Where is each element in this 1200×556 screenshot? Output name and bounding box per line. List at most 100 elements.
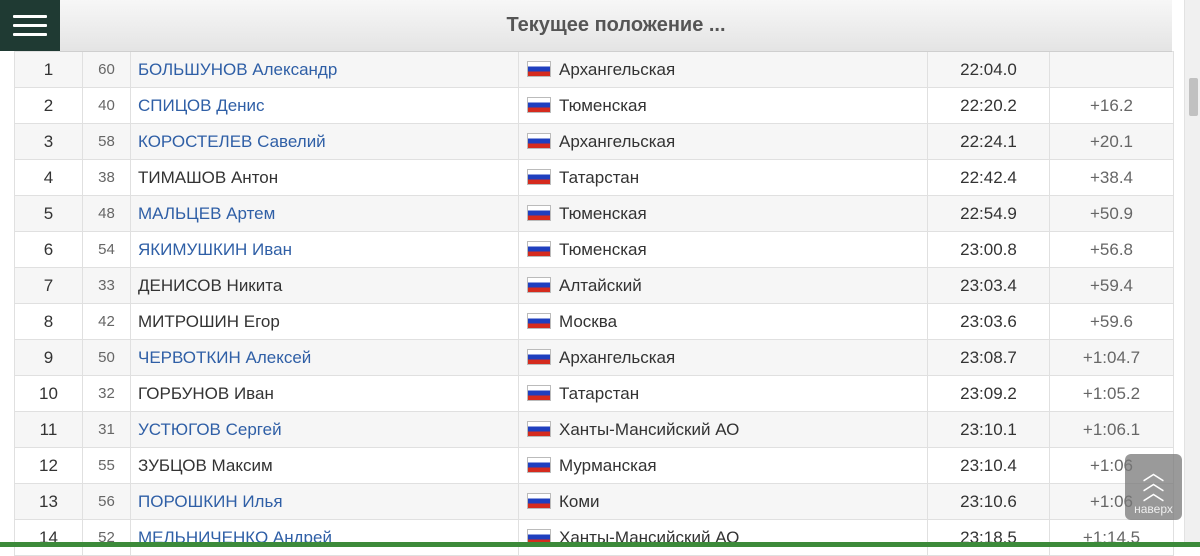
russia-flag-icon <box>527 204 551 221</box>
time-cell: 23:10.1 <box>927 411 1050 448</box>
time-cell: 22:04.0 <box>927 51 1050 88</box>
time-cell: 23:18.5 <box>927 519 1050 556</box>
gap-cell: +1:05.2 <box>1049 375 1174 412</box>
taskbar <box>0 542 1200 547</box>
region-label: Татарстан <box>559 383 640 403</box>
region-cell: Тюменская <box>518 231 928 268</box>
athlete-name: ЗУБЦОВ Максим <box>130 447 519 484</box>
athlete-name: ГОРБУНОВ Иван <box>130 375 519 412</box>
athlete-name[interactable]: УСТЮГОВ Сергей <box>130 411 519 448</box>
athlete-name[interactable]: КОРОСТЕЛЕВ Савелий <box>130 123 519 160</box>
bib-cell: 55 <box>82 447 131 484</box>
table-row: 2 40 СПИЦОВ Денис Тюменская 22:20.2 +16.2 <box>14 87 1174 124</box>
region-cell: Тюменская <box>518 195 928 232</box>
region-label: Архангельская <box>559 347 676 367</box>
region-cell: Татарстан <box>518 375 928 412</box>
russia-flag-icon <box>527 60 551 77</box>
bib-cell: 52 <box>82 519 131 556</box>
russia-flag-icon <box>527 168 551 185</box>
time-cell: 23:00.8 <box>927 231 1050 268</box>
back-to-top-button[interactable]: ︿ ︿ ︿ наверх <box>1125 454 1182 520</box>
region-label: Тюменская <box>559 203 647 223</box>
athlete-name: МИТРОШИН Егор <box>130 303 519 340</box>
athlete-name[interactable]: МЕЛЬНИЧЕНКО Андрей <box>130 519 519 556</box>
region-label: Татарстан <box>559 167 640 187</box>
region-cell: Архангельская <box>518 339 928 376</box>
gap-cell: +1:04.7 <box>1049 339 1174 376</box>
place-cell: 8 <box>14 303 83 340</box>
athlete-name[interactable]: БОЛЬШУНОВ Александр <box>130 51 519 88</box>
bib-cell: 32 <box>82 375 131 412</box>
bib-cell: 50 <box>82 339 131 376</box>
time-cell: 23:09.2 <box>927 375 1050 412</box>
scrollbar-thumb[interactable] <box>1189 78 1198 116</box>
region-cell: Коми <box>518 483 928 520</box>
gap-cell: +20.1 <box>1049 123 1174 160</box>
bib-cell: 56 <box>82 483 131 520</box>
region-cell: Тюменская <box>518 87 928 124</box>
region-cell: Архангельская <box>518 51 928 88</box>
bib-cell: 40 <box>82 87 131 124</box>
place-cell: 7 <box>14 267 83 304</box>
athlete-name[interactable]: ЧЕРВОТКИН Алексей <box>130 339 519 376</box>
time-cell: 23:03.6 <box>927 303 1050 340</box>
time-cell: 22:20.2 <box>927 87 1050 124</box>
time-cell: 23:03.4 <box>927 267 1050 304</box>
chevrons-up-icon: ︿ ︿ ︿ <box>1142 460 1165 505</box>
table-row: 12 55 ЗУБЦОВ Максим Мурманская 23:10.4 +1:06 <box>14 447 1174 484</box>
region-cell: Москва <box>518 303 928 340</box>
region-cell: Архангельская <box>518 123 928 160</box>
place-cell: 11 <box>14 411 83 448</box>
region-label: Тюменская <box>559 95 647 115</box>
place-cell: 13 <box>14 483 83 520</box>
table-row: 6 54 ЯКИМУШКИН Иван Тюменская 23:00.8 +56.8 <box>14 231 1174 268</box>
place-cell: 3 <box>14 123 83 160</box>
scrollbar[interactable] <box>1184 0 1200 547</box>
russia-flag-icon <box>527 456 551 473</box>
page-title: Текущее положение ... <box>506 14 726 36</box>
athlete-name[interactable]: ЯКИМУШКИН Иван <box>130 231 519 268</box>
region-label: Архангельская <box>559 59 676 79</box>
table-row: 7 33 ДЕНИСОВ Никита Алтайский 23:03.4 +59.4 <box>14 267 1174 304</box>
russia-flag-icon <box>527 240 551 257</box>
gap-cell: +59.4 <box>1049 267 1174 304</box>
athlete-name: ДЕНИСОВ Никита <box>130 267 519 304</box>
table-row: 5 48 МАЛЬЦЕВ Артем Тюменская 22:54.9 +50.9 <box>14 195 1174 232</box>
bib-cell: 38 <box>82 159 131 196</box>
bib-cell: 54 <box>82 231 131 268</box>
place-cell: 12 <box>14 447 83 484</box>
region-label: Ханты-Мансийский АО <box>559 419 740 439</box>
table-row: 10 32 ГОРБУНОВ Иван Татарстан 23:09.2 +1:05.2 <box>14 375 1174 412</box>
menu-button[interactable] <box>0 0 60 51</box>
region-label: Москва <box>559 311 618 331</box>
place-cell: 6 <box>14 231 83 268</box>
athlete-name[interactable]: ПОРОШКИН Илья <box>130 483 519 520</box>
gap-cell: +16.2 <box>1049 87 1174 124</box>
region-cell: Татарстан <box>518 159 928 196</box>
table-row: 1 60 БОЛЬШУНОВ Александр Архангельская 22:04… <box>14 51 1174 88</box>
table-row: 14 52 МЕЛЬНИЧЕНКО Андрей Ханты-Мансийский А… <box>14 519 1174 556</box>
region-cell: Ханты-Мансийский АО <box>518 411 928 448</box>
table-row: 3 58 КОРОСТЕЛЕВ Савелий Архангельская 22:24.… <box>14 123 1174 160</box>
athlete-name[interactable]: МАЛЬЦЕВ Артем <box>130 195 519 232</box>
place-cell: 14 <box>14 519 83 556</box>
page-header: Текущее положение ... <box>60 0 1172 52</box>
place-cell: 1 <box>14 51 83 88</box>
athlete-name[interactable]: СПИЦОВ Денис <box>130 87 519 124</box>
region-cell: Мурманская <box>518 447 928 484</box>
table-row: 4 38 ТИМАШОВ Антон Татарстан 22:42.4 +38.4 <box>14 159 1174 196</box>
results-table: 1 60 БОЛЬШУНОВ Александр Архангельская 22:04… <box>14 51 1174 556</box>
bib-cell: 33 <box>82 267 131 304</box>
russia-flag-icon <box>527 276 551 293</box>
bib-cell: 60 <box>82 51 131 88</box>
table-row: 9 50 ЧЕРВОТКИН Алексей Архангельская 23:08.7… <box>14 339 1174 376</box>
time-cell: 22:24.1 <box>927 123 1050 160</box>
gap-cell: +56.8 <box>1049 231 1174 268</box>
results-table-wrapper: 1 60 БОЛЬШУНОВ Александр Архангельская 22:04… <box>14 51 1174 556</box>
region-label: Коми <box>559 491 600 511</box>
region-label: Алтайский <box>559 275 642 295</box>
place-cell: 5 <box>14 195 83 232</box>
russia-flag-icon <box>527 312 551 329</box>
region-label: Архангельская <box>559 131 676 151</box>
bib-cell: 48 <box>82 195 131 232</box>
